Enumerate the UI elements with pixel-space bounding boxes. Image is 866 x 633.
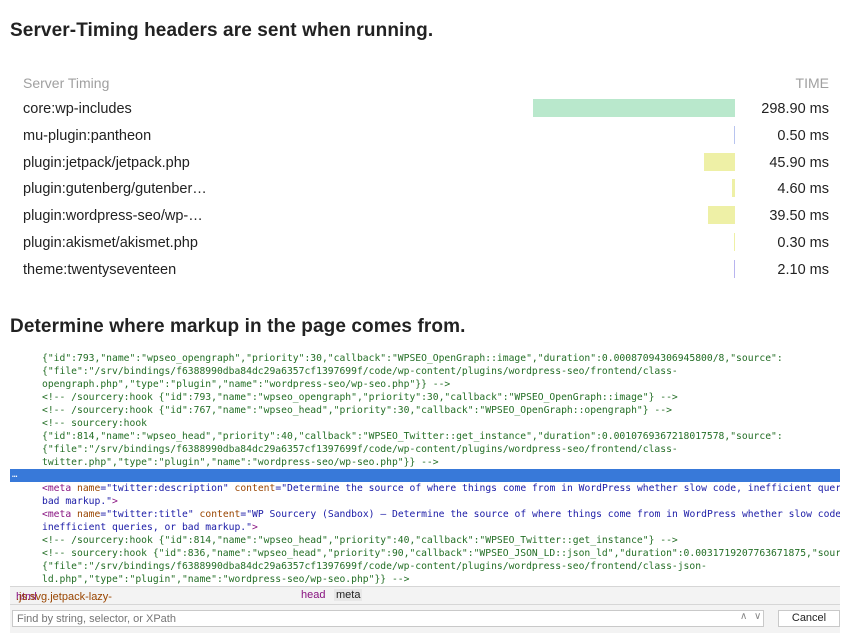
timing-bar [533,99,735,117]
timing-bar [733,125,735,144]
dom-line[interactable]: inefficient queries, or bad markup."> [10,521,840,534]
dom-line[interactable]: opengraph.php","type":"plugin","name":"w… [10,378,840,391]
timing-entry-name: theme:twentyseventeen [23,261,177,278]
breadcrumb-meta[interactable]: meta [334,589,363,601]
dom-line[interactable]: {"id":814,"name":"wpseo_head","priority"… [10,430,840,443]
node-actions-ellipsis[interactable]: … [12,469,17,482]
server-timing-time-column: TIME [795,75,829,91]
timing-bar [708,206,735,225]
dom-line[interactable]: bad markup."> [10,495,840,508]
timing-entry-duration: 298.90 ms [761,101,829,117]
timing-entry-name: plugin:wordpress-seo/wp-… [23,208,203,225]
dom-line[interactable]: {"file":"/srv/bindings/f6388990dba84dc29… [10,560,840,573]
timing-entry-duration: 2.10 ms [777,261,829,278]
timing-entry-duration: 45.90 ms [769,154,829,171]
dom-line[interactable]: <meta name="twitter:title" content="WP S… [10,508,840,521]
dom-line-selected[interactable]: … <meta name="twitter:card" content="summ… [10,469,840,494]
dom-line[interactable]: {"id":793,"name":"wpseo_opengraph","prio… [10,352,840,365]
find-previous-icon[interactable]: ∧ [740,611,747,622]
dom-line[interactable]: {"file":"/srv/bindings/f6388990dba84dc29… [10,365,840,378]
server-timing-row: mu-plugin:pantheon 0.50 ms [23,124,829,150]
timing-entry-name: plugin:gutenberg/gutenber… [23,181,207,198]
dom-line[interactable]: <meta name="twitter:description" content… [10,482,840,495]
timing-bar [703,152,735,171]
dom-line[interactable]: <!-- sourcery:hook {"id":836,"name":"wps… [10,547,840,560]
dom-line[interactable]: {"file":"/srv/bindings/f6388990dba84dc29… [10,443,840,456]
timing-entry-name: plugin:akismet/akismet.php [23,235,198,251]
timing-bar [733,233,735,251]
find-next-icon[interactable]: ∨ [754,611,761,622]
server-timing-row: theme:twentyseventeen 2.10 ms [23,258,829,284]
server-timing-row: plugin:gutenberg/gutenber… 4.60 ms [23,177,829,203]
timing-entry-duration: 4.60 ms [777,181,829,198]
server-timing-name-column: Server Timing [23,75,110,91]
server-timing-row: core:wp-includes 298.90 ms [23,97,829,123]
dom-line[interactable]: <!-- /sourcery:hook {"id":793,"name":"wp… [10,391,840,404]
find-input[interactable] [12,610,764,627]
breadcrumb: html.js.svg.jetpack-lazy-images-js-enabl… [10,586,840,633]
devtools-elements-panel: {"id":793,"name":"wpseo_opengraph","prio… [10,352,840,633]
timing-bar [731,179,735,198]
markup-section-title: Determine where markup in the page comes… [10,316,466,337]
timing-entry-duration: 0.30 ms [777,235,829,251]
timing-entry-duration: 0.50 ms [777,127,829,144]
dom-line[interactable]: twitter.php","type":"plugin","name":"wor… [10,456,840,469]
dom-line[interactable]: ld.php","type":"plugin","name":"wordpres… [10,573,840,584]
server-timing-row: plugin:akismet/akismet.php 0.30 ms [23,231,829,257]
timing-entry-name: core:wp-includes [23,101,132,117]
timing-entry-duration: 39.50 ms [769,208,829,225]
dom-line[interactable]: <!-- sourcery:hook [10,417,840,430]
server-timing-row: plugin:wordpress-seo/wp-… 39.50 ms [23,204,829,230]
breadcrumb-head[interactable]: head [301,589,325,601]
timing-entry-name: plugin:jetpack/jetpack.php [23,154,190,171]
timing-section-title: Server-Timing headers are sent when runn… [10,20,434,41]
dom-line[interactable]: <!-- /sourcery:hook {"id":767,"name":"wp… [10,404,840,417]
dom-line[interactable]: <!-- /sourcery:hook {"id":814,"name":"wp… [10,534,840,547]
timing-bar [733,259,735,278]
cancel-button[interactable]: Cancel [778,610,840,627]
server-timing-header: Server Timing TIME [23,74,829,92]
find-bar: ∧ ∨ Cancel [10,604,840,633]
timing-entry-name: mu-plugin:pantheon [23,127,152,144]
dom-tree[interactable]: {"id":793,"name":"wpseo_opengraph","prio… [10,352,840,584]
server-timing-row: plugin:jetpack/jetpack.php 45.90 ms [23,151,829,177]
